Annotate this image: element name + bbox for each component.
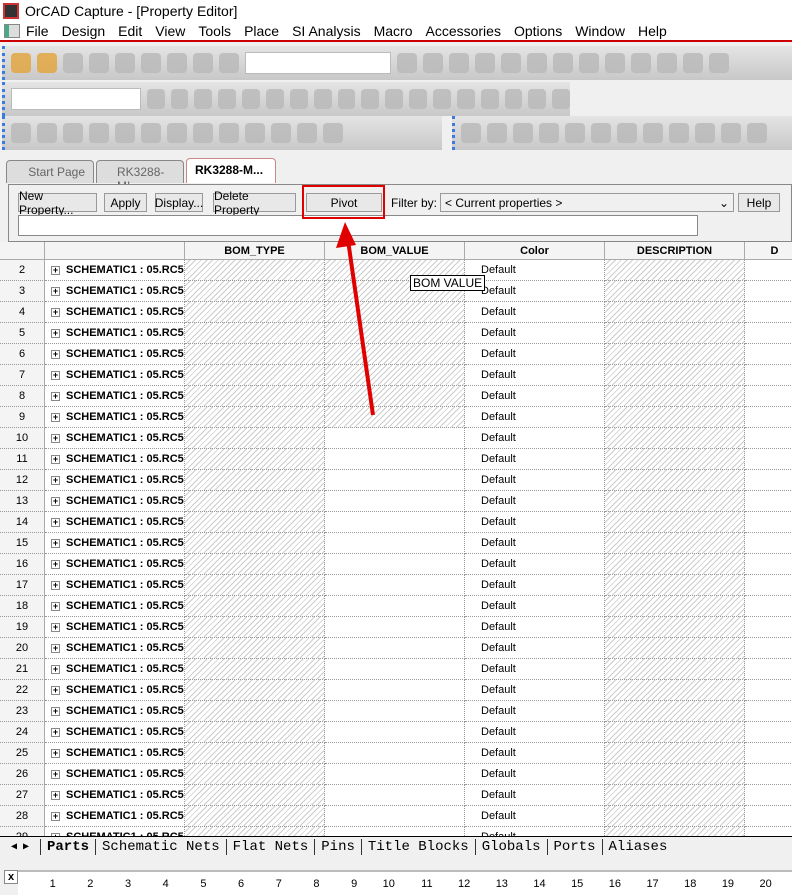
sheet-tabs: ◀ ▶ Parts Schematic Nets Flat Nets Pins Titl… [0, 836, 792, 856]
ruler-tick-label: 15 [571, 877, 584, 890]
ruler-tick-label: 7 [275, 877, 282, 890]
ruler-tick-label: 8 [313, 877, 320, 890]
ruler-tick-label: 9 [351, 877, 358, 890]
ruler-tick-label: 12 [458, 877, 471, 890]
ruler-tick-label: 16 [608, 877, 621, 890]
ruler-tick-label: 11 [421, 877, 433, 890]
sheet-tab-schematic-nets[interactable]: Schematic Nets [95, 838, 226, 855]
red-arrow-annotation [336, 222, 375, 416]
sheet-tab-flat-nets[interactable]: Flat Nets [225, 838, 315, 855]
sheet-tab-title-blocks[interactable]: Title Blocks [360, 838, 475, 855]
ruler-tick-label: 20 [759, 877, 772, 890]
ruler-tick-label: 13 [495, 877, 508, 890]
sheet-tab-aliases[interactable]: Aliases [601, 838, 674, 855]
ruler-tick-label: 10 [382, 877, 395, 890]
ruler-tick-label: 1 [49, 877, 56, 890]
ruler-tick-label: 19 [721, 877, 735, 890]
tab-scroll-arrows[interactable]: ◀ ▶ [0, 841, 40, 853]
ruler-tick-label: 17 [646, 877, 659, 890]
ruler-tick-label: 4 [162, 877, 169, 890]
ruler-tick-label: 2 [87, 877, 94, 890]
ruler: 1 2 3 4 5 6 7 8 9 10 11 12 13 14 15 16 17 18 19 20 [18, 870, 792, 895]
sheet-tab-globals[interactable]: Globals [474, 838, 547, 855]
close-icon[interactable]: x [4, 870, 18, 884]
ruler-tick-label: 5 [200, 877, 207, 890]
sheet-tab-parts[interactable]: Parts [40, 838, 95, 855]
sheet-tab-pins[interactable]: Pins [314, 838, 361, 855]
ruler-tick-label: 3 [124, 877, 132, 890]
ruler-tick-label: 18 [684, 877, 697, 890]
arrow-shaft [346, 239, 375, 416]
arrow-head [336, 222, 356, 248]
sheet-tab-ports[interactable]: Ports [546, 838, 602, 855]
ruler-tick-label: 14 [533, 877, 546, 890]
ruler-tick-label: 6 [238, 877, 245, 890]
